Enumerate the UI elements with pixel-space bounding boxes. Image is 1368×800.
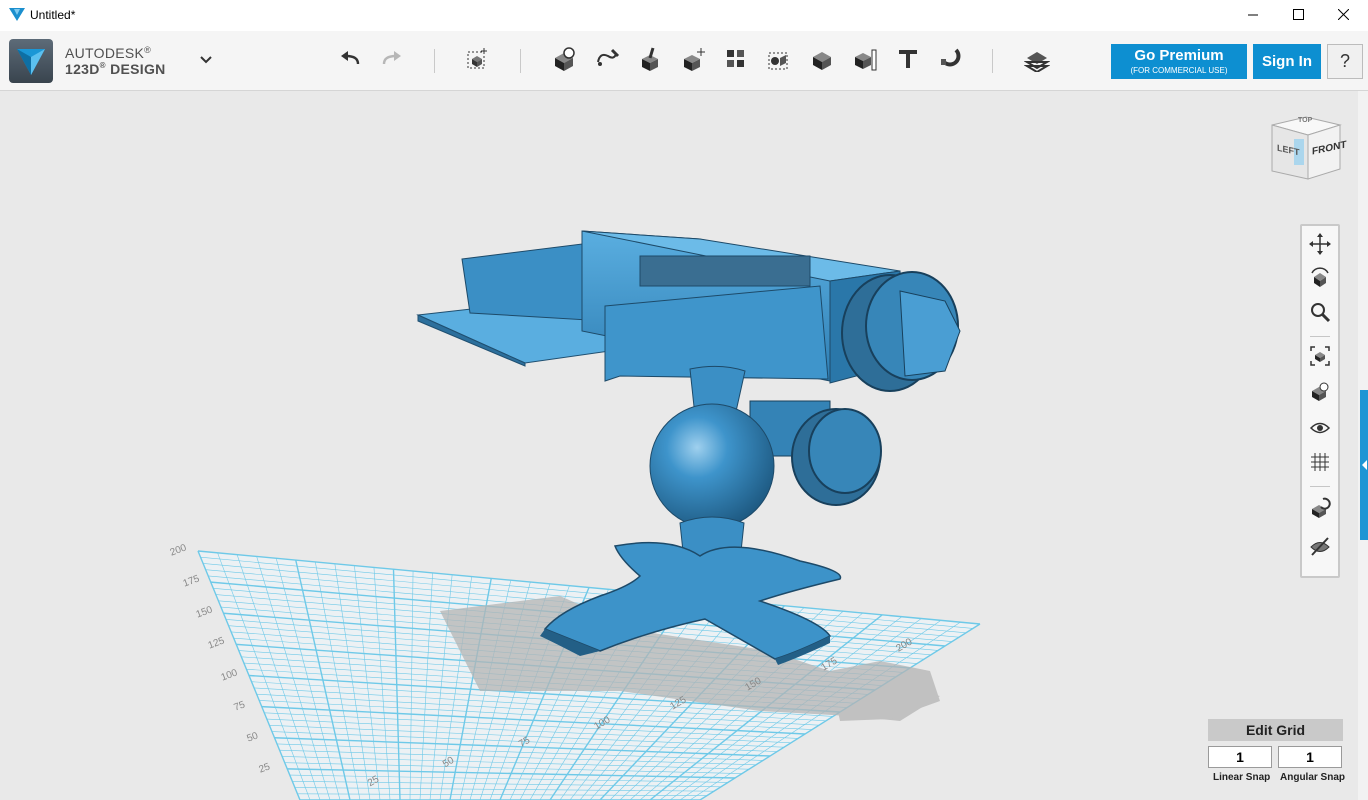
model-ball-joint	[649, 365, 775, 567]
combine-button[interactable]	[806, 45, 838, 77]
linear-snap-label: Linear Snap	[1213, 772, 1271, 783]
measure-icon	[852, 46, 878, 77]
maximize-icon	[1293, 7, 1304, 25]
zoom-button[interactable]	[1304, 298, 1336, 330]
snap-magnet-icon	[938, 46, 964, 77]
close-button[interactable]	[1321, 0, 1366, 31]
go-premium-button[interactable]: Go Premium (FOR COMMERCIAL USE)	[1111, 44, 1247, 79]
angular-snap-input[interactable]: 1	[1278, 746, 1342, 768]
model-knob-large	[841, 271, 961, 392]
undo-button[interactable]	[334, 45, 366, 77]
pan-button[interactable]	[1304, 230, 1336, 262]
screw-thread	[639, 255, 811, 287]
view-cube-top-label[interactable]: TOP	[1298, 117, 1312, 124]
modify-icon	[680, 46, 706, 77]
material-button[interactable]	[1021, 45, 1053, 77]
help-button[interactable]: ?	[1327, 44, 1363, 79]
logo-icon	[17, 49, 45, 75]
measure-button[interactable]	[849, 45, 881, 77]
combine-icon	[809, 46, 835, 77]
brand-autodesk: AUTODESK®	[65, 45, 152, 61]
side-panel-toggle[interactable]	[1360, 390, 1368, 540]
chevron-left-icon	[1360, 460, 1368, 544]
window-title: Untitled*	[30, 8, 76, 22]
visibility-button[interactable]	[1304, 414, 1336, 446]
app-logo-icon	[9, 8, 25, 27]
fit-view-button[interactable]	[1304, 342, 1336, 374]
primitives-icon	[551, 46, 577, 77]
orbit-button[interactable]	[1304, 264, 1336, 296]
snap-button[interactable]	[935, 45, 967, 77]
scene-canvas[interactable]	[0, 91, 1358, 800]
chevron-down-icon	[199, 52, 213, 70]
title-bar: Untitled*	[0, 0, 1368, 31]
grid-view-icon	[1309, 451, 1331, 478]
material-icon	[1023, 46, 1051, 77]
go-premium-label: Go Premium	[1134, 47, 1224, 64]
text-icon	[895, 46, 921, 77]
maximize-button[interactable]	[1276, 0, 1321, 31]
angular-snap-label: Angular Snap	[1280, 772, 1346, 783]
grouping-button[interactable]	[763, 45, 795, 77]
snap-to-button[interactable]	[1304, 494, 1336, 526]
transform-button[interactable]	[462, 45, 494, 77]
pattern-button[interactable]	[720, 45, 752, 77]
toolbar-separator	[520, 49, 521, 73]
primitives-button[interactable]	[548, 45, 580, 77]
grouping-icon	[766, 46, 792, 77]
navigation-bar	[1300, 224, 1340, 578]
minimize-icon	[1248, 7, 1259, 25]
view-selected-icon	[1309, 381, 1331, 408]
nav-separator	[1310, 336, 1330, 337]
pattern-icon	[723, 46, 749, 77]
toolbar-separator	[434, 49, 435, 73]
sign-in-button[interactable]: Sign In	[1253, 44, 1321, 79]
app-menu-dropdown[interactable]	[190, 45, 222, 77]
sketch-icon	[594, 46, 620, 77]
hide-show-button[interactable]	[1304, 532, 1336, 564]
linear-snap-input[interactable]: 1	[1208, 746, 1272, 768]
view-cube[interactable]: LEFT FRONT TOP	[1268, 113, 1346, 185]
app-menu-logo[interactable]	[9, 39, 53, 83]
sketch-button[interactable]	[591, 45, 623, 77]
construct-icon	[637, 46, 663, 77]
view-selected-button[interactable]	[1304, 378, 1336, 410]
hide-icon	[1309, 535, 1331, 562]
redo-button[interactable]	[376, 45, 408, 77]
zoom-icon	[1309, 301, 1331, 328]
snap-icon	[1309, 497, 1331, 524]
pan-icon	[1309, 232, 1331, 260]
transform-icon	[465, 46, 491, 77]
brand-product: 123D® DESIGN	[65, 61, 166, 77]
construct-button[interactable]	[634, 45, 666, 77]
modify-button[interactable]	[677, 45, 709, 77]
edit-grid-button[interactable]: Edit Grid	[1208, 719, 1343, 741]
go-premium-sublabel: (FOR COMMERCIAL USE)	[1130, 66, 1228, 75]
eye-icon	[1309, 417, 1331, 444]
main-toolbar: AUTODESK® 123D® DESIGN Go Premium (FOR C…	[0, 31, 1368, 91]
materials-outline-button[interactable]	[1304, 448, 1336, 480]
3d-viewport[interactable]: 200 175 150 125 100 75 50 25 25 50 75 100 125 150 175 2…	[0, 91, 1358, 800]
orbit-icon	[1309, 266, 1331, 294]
redo-icon	[380, 50, 404, 73]
toolbar-separator	[992, 49, 993, 73]
fit-to-view-icon	[1309, 345, 1331, 372]
close-icon	[1337, 7, 1350, 25]
undo-icon	[338, 50, 362, 73]
nav-separator	[1310, 486, 1330, 487]
minimize-button[interactable]	[1231, 0, 1276, 31]
text-button[interactable]	[892, 45, 924, 77]
